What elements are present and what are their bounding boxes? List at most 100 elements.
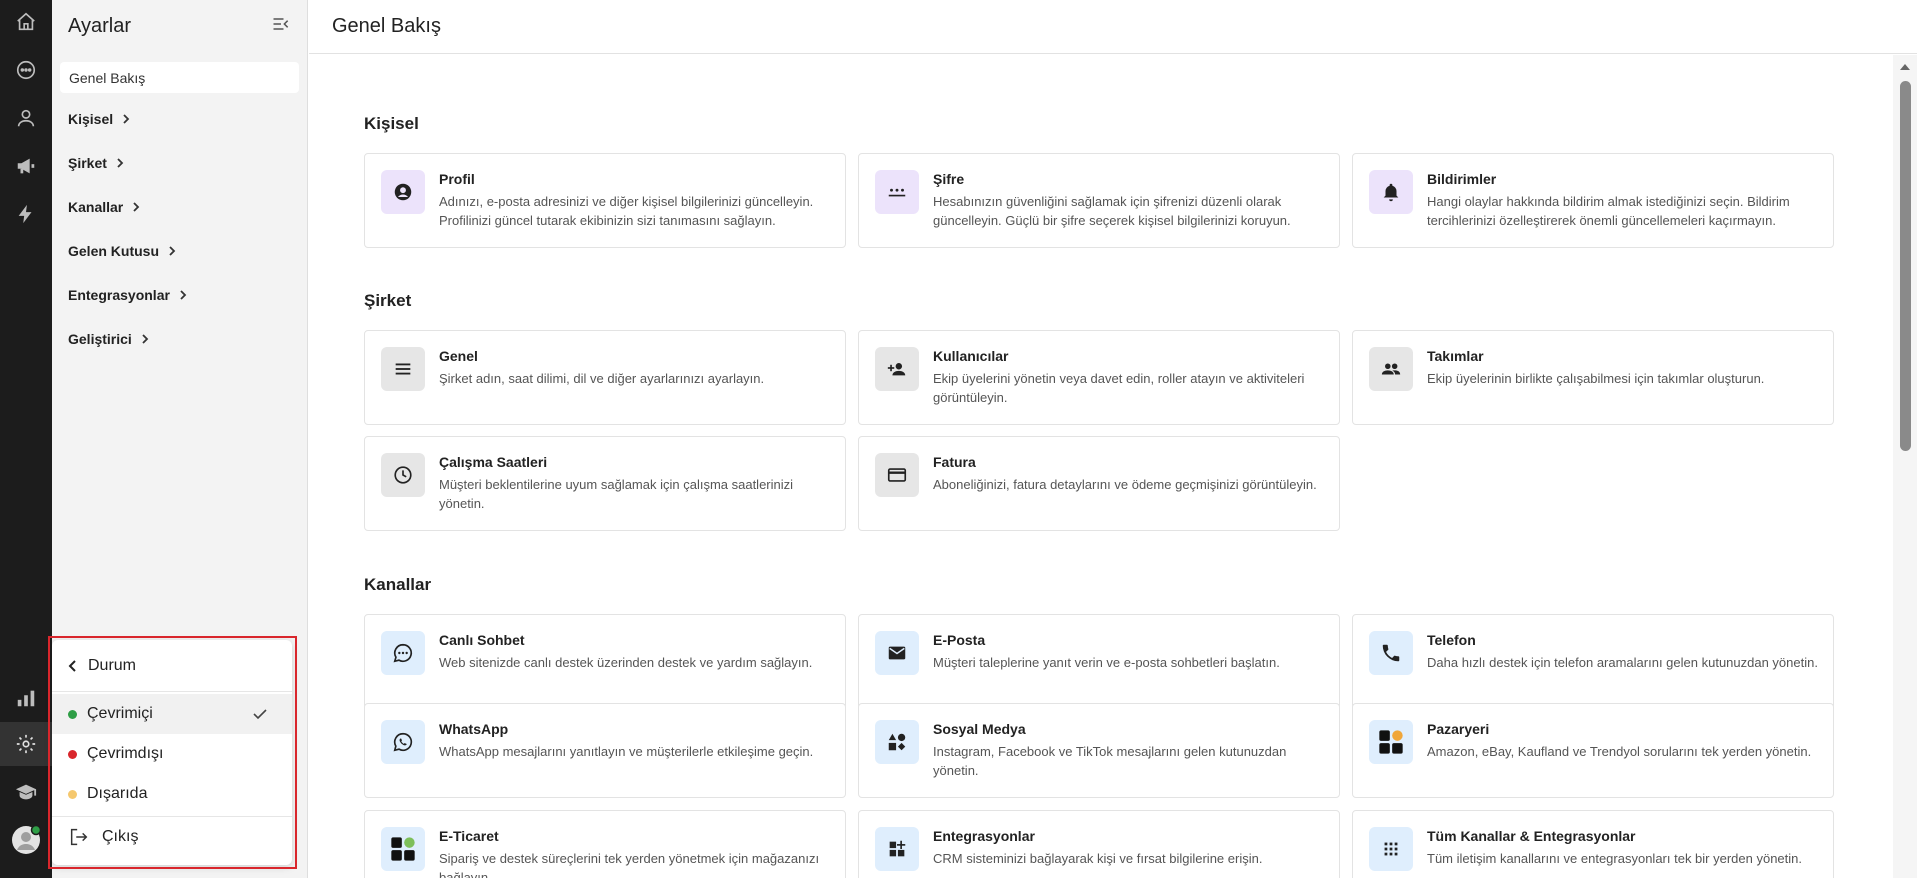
- chat-icon: [381, 631, 425, 675]
- online-dot-icon: [68, 709, 77, 719]
- card-description: Tüm iletişim kanallarını ve entegrasyonl…: [1427, 851, 1803, 866]
- chat-bubble-icon[interactable]: [0, 48, 52, 92]
- card-genel[interactable]: Genel Şirket adın, saat dilimi, dil ve d…: [364, 330, 846, 425]
- card-description: Hesabınızın güvenliğini sağlamak için şi…: [933, 194, 1291, 228]
- card-description: Daha hızlı destek için telefon aramaları…: [1427, 655, 1818, 670]
- card-description: WhatsApp mesajlarını yanıtlayın ve müşte…: [439, 744, 814, 759]
- scroll-up-arrow-icon[interactable]: [1900, 64, 1910, 70]
- password-icon: [875, 170, 919, 214]
- status-option-away[interactable]: Dışarıda: [52, 774, 292, 814]
- sidebar-item-gelistirici[interactable]: Geliştirici: [52, 317, 307, 361]
- card-sosyal-medya[interactable]: Sosyal Medya Instagram, Facebook ve TikT…: [858, 703, 1340, 798]
- collapse-sidebar-icon[interactable]: [271, 14, 291, 39]
- card-description: Sipariş ve destek süreçlerini tek yerden…: [439, 851, 820, 878]
- gear-icon[interactable]: [0, 722, 52, 766]
- sidebar-item-kanallar[interactable]: Kanallar: [52, 185, 307, 229]
- sidebar-item-kisisel[interactable]: Kişisel: [52, 97, 307, 141]
- card-canli-sohbet[interactable]: Canlı Sohbet Web sitenizde canlı destek …: [364, 614, 846, 709]
- megaphone-icon[interactable]: [0, 144, 52, 188]
- credit-card-icon: [875, 453, 919, 497]
- status-option-label: Çevrimiçi: [87, 705, 153, 722]
- card-description: CRM sisteminizi bağlayarak kişi ve fırsa…: [933, 851, 1263, 866]
- card-e-ticaret[interactable]: E-Ticaret Sipariş ve destek süreçlerini …: [364, 810, 846, 878]
- card-sifre[interactable]: Şifre Hesabınızın güvenliğini sağlamak i…: [858, 153, 1340, 248]
- section-title-kisisel: Kişisel: [364, 114, 419, 133]
- sidebar-title: Ayarlar: [68, 14, 131, 37]
- content-scrollbar[interactable]: [1893, 55, 1917, 878]
- status-menu-back[interactable]: Durum: [52, 640, 292, 692]
- check-icon: [253, 709, 267, 720]
- card-takimlar[interactable]: Takımlar Ekip üyelerinin birlikte çalışa…: [1352, 330, 1834, 425]
- card-fatura[interactable]: Fatura Aboneliğinizi, fatura detaylarını…: [858, 436, 1340, 531]
- card-pazaryeri[interactable]: Pazaryeri Amazon, eBay, Kaufland ve Tren…: [1352, 703, 1834, 798]
- card-title: Genel: [439, 348, 478, 364]
- person-add-icon: [875, 347, 919, 391]
- bell-icon: [1369, 170, 1413, 214]
- logout-icon: [70, 828, 88, 846]
- clock-icon: [381, 453, 425, 497]
- card-title: WhatsApp: [439, 721, 509, 737]
- sidebar-item-label: Gelen Kutusu: [68, 243, 160, 259]
- chevron-right-icon: [142, 334, 149, 344]
- sidebar-item-label: Kişisel: [68, 111, 114, 127]
- sidebar-item-genel-bakis[interactable]: Genel Bakış: [60, 62, 299, 93]
- card-description: Adınızı, e-posta adresinizi ve diğer kiş…: [439, 194, 814, 228]
- sidebar-item-entegrasyonlar[interactable]: Entegrasyonlar: [52, 273, 307, 317]
- page-header: Genel Bakış: [309, 0, 1917, 54]
- shapes-icon: [875, 720, 919, 764]
- mail-icon: [875, 631, 919, 675]
- lightning-icon[interactable]: [0, 192, 52, 236]
- card-title: Tüm Kanallar & Entegrasyonlar: [1427, 828, 1636, 844]
- card-description: Müşteri taleplerine yanıt verin ve e-pos…: [933, 655, 1280, 670]
- widgets-add-icon: [875, 827, 919, 871]
- status-menu: Durum Çevrimiçi Çevrimdışı Dışarıda Çıkı…: [52, 640, 292, 865]
- phone-icon: [1369, 631, 1413, 675]
- menu-lines-icon: [381, 347, 425, 391]
- card-title: Takımlar: [1427, 348, 1484, 364]
- card-bildirimler[interactable]: Bildirimler Hangi olaylar hakkında bildi…: [1352, 153, 1834, 248]
- offline-dot-icon: [68, 749, 77, 759]
- status-option-online[interactable]: Çevrimiçi: [52, 694, 292, 734]
- card-description: Müşteri beklentilerine uyum sağlamak içi…: [439, 477, 794, 511]
- account-circle-icon: [381, 170, 425, 214]
- ecommerce-icon: [381, 827, 425, 871]
- card-profil[interactable]: Profil Adınızı, e-posta adresinizi ve di…: [364, 153, 846, 248]
- chevron-right-icon: [180, 290, 187, 300]
- avatar-icon[interactable]: [0, 818, 52, 862]
- card-kullanicilar[interactable]: Kullanıcılar Ekip üyelerini yönetin veya…: [858, 330, 1340, 425]
- card-title: Sosyal Medya: [933, 721, 1026, 737]
- logout-button[interactable]: Çıkış: [52, 817, 292, 857]
- card-e-posta[interactable]: E-Posta Müşteri taleplerine yanıt verin …: [858, 614, 1340, 709]
- icon-rail: [0, 0, 52, 878]
- chevron-left-icon: [68, 659, 76, 672]
- sidebar-header: Ayarlar: [52, 0, 307, 52]
- chevron-right-icon: [133, 202, 140, 212]
- person-icon[interactable]: [0, 96, 52, 140]
- card-tum-kanallar[interactable]: Tüm Kanallar & Entegrasyonlar Tüm iletiş…: [1352, 810, 1834, 878]
- card-title: Pazaryeri: [1427, 721, 1490, 737]
- card-calisma-saatleri[interactable]: Çalışma Saatleri Müşteri beklentilerine …: [364, 436, 846, 531]
- logout-label: Çıkış: [102, 828, 139, 845]
- status-option-offline[interactable]: Çevrimdışı: [52, 734, 292, 774]
- sidebar-item-label: Geliştirici: [68, 331, 132, 347]
- card-title: Şifre: [933, 171, 965, 187]
- bar-chart-icon[interactable]: [0, 676, 52, 720]
- card-entegrasyonlar[interactable]: Entegrasyonlar CRM sisteminizi bağlayara…: [858, 810, 1340, 878]
- card-description: Instagram, Facebook ve TikTok mesajların…: [933, 744, 1287, 778]
- home-icon[interactable]: [0, 0, 52, 44]
- group-icon: [1369, 347, 1413, 391]
- sidebar-item-gelen-kutusu[interactable]: Gelen Kutusu: [52, 229, 307, 273]
- graduation-cap-icon[interactable]: [0, 770, 52, 814]
- card-title: Entegrasyonlar: [933, 828, 1035, 844]
- scrollbar-thumb[interactable]: [1900, 81, 1911, 451]
- sidebar-item-label: Kanallar: [68, 199, 124, 215]
- card-telefon[interactable]: Telefon Daha hızlı destek için telefon a…: [1352, 614, 1834, 709]
- card-description: Amazon, eBay, Kaufland ve Trendyol sorul…: [1427, 744, 1812, 759]
- card-description: Ekip üyelerinin birlikte çalışabilmesi i…: [1427, 371, 1765, 386]
- status-option-label: Çevrimdışı: [87, 745, 164, 762]
- sidebar-item-label: Entegrasyonlar: [68, 287, 170, 303]
- sidebar-item-sirket[interactable]: Şirket: [52, 141, 307, 185]
- card-description: Web sitenizde canlı destek üzerinden des…: [439, 655, 813, 670]
- card-title: Bildirimler: [1427, 171, 1497, 187]
- card-whatsapp[interactable]: WhatsApp WhatsApp mesajlarını yanıtlayın…: [364, 703, 846, 798]
